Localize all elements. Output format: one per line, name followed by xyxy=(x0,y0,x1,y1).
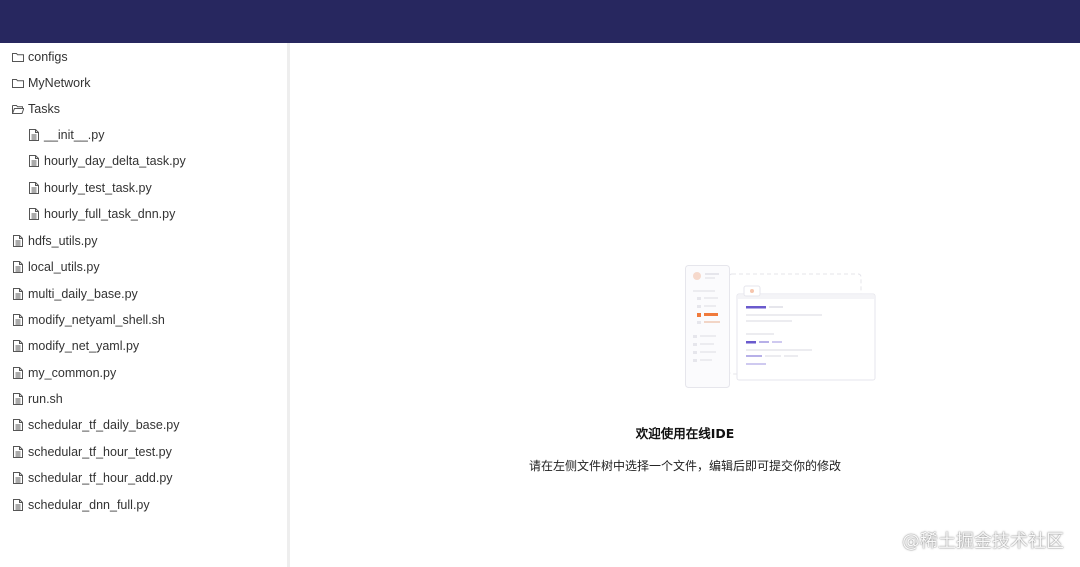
file-tree-sidebar: configs MyNetwork Tasks __init__.py hour xyxy=(0,43,287,567)
tree-item-label: configs xyxy=(28,50,68,64)
tree-file-init[interactable]: __init__.py xyxy=(28,123,104,147)
tree-file-hourly-full-task-dnn[interactable]: hourly_full_task_dnn.py xyxy=(28,202,175,226)
tree-file-modify-netyaml-shell[interactable]: modify_netyaml_shell.sh xyxy=(12,308,165,332)
tree-item-label: modify_net_yaml.py xyxy=(28,339,140,353)
tree-file-schedular-tf-daily-base[interactable]: schedular_tf_daily_base.py xyxy=(12,413,180,437)
tree-item-label: __init__.py xyxy=(44,128,105,142)
folder-open-icon xyxy=(12,102,24,116)
tree-item-label: Tasks xyxy=(28,102,60,116)
tree-item-label: schedular_dnn_full.py xyxy=(28,498,150,512)
tree-file-schedular-tf-hour-add[interactable]: schedular_tf_hour_add.py xyxy=(12,466,173,490)
watermark: @稀土掘金技术社区 xyxy=(902,531,1064,552)
tree-item-label: hourly_test_task.py xyxy=(44,181,152,195)
file-icon xyxy=(28,207,40,221)
top-navigation-bar xyxy=(0,0,1080,43)
file-icon xyxy=(12,287,24,301)
file-icon xyxy=(12,471,24,485)
folder-icon xyxy=(12,50,24,64)
tree-file-my-common[interactable]: my_common.py xyxy=(12,361,116,385)
tree-item-label: hourly_day_delta_task.py xyxy=(44,154,186,168)
tree-folder-mynetwork[interactable]: MyNetwork xyxy=(12,71,91,95)
tree-file-hourly-test-task[interactable]: hourly_test_task.py xyxy=(28,176,152,200)
file-icon xyxy=(28,154,40,168)
tree-file-run-sh[interactable]: run.sh xyxy=(12,387,63,411)
welcome-description: 请在左侧文件树中选择一个文件，编辑后即可提交你的修改 xyxy=(528,459,841,473)
tree-item-label: hdfs_utils.py xyxy=(28,234,98,248)
tree-file-local-utils[interactable]: local_utils.py xyxy=(12,255,100,279)
tree-item-label: hourly_full_task_dnn.py xyxy=(44,207,176,221)
editor-empty-state: 欢迎使用在线IDE 请在左侧文件树中选择一个文件，编辑后即可提交你的修改 xyxy=(290,43,1080,567)
tree-item-label: run.sh xyxy=(28,392,63,406)
file-icon xyxy=(12,498,24,512)
file-icon xyxy=(28,128,40,142)
file-icon xyxy=(12,234,24,248)
file-icon xyxy=(12,366,24,380)
tree-item-label: local_utils.py xyxy=(28,260,100,274)
file-icon xyxy=(12,260,24,274)
tree-folder-tasks[interactable]: Tasks xyxy=(12,97,60,121)
tree-item-label: schedular_tf_hour_test.py xyxy=(28,445,172,459)
tree-item-label: multi_daily_base.py xyxy=(28,287,138,301)
tree-item-label: modify_netyaml_shell.sh xyxy=(28,313,165,327)
tree-file-hourly-day-delta-task[interactable]: hourly_day_delta_task.py xyxy=(28,149,186,173)
ide-illustration-icon xyxy=(685,265,876,388)
tree-file-multi-daily-base[interactable]: multi_daily_base.py xyxy=(12,282,138,306)
tree-item-label: schedular_tf_daily_base.py xyxy=(28,418,180,432)
file-icon xyxy=(12,392,24,406)
folder-icon xyxy=(12,76,24,90)
file-icon xyxy=(12,418,24,432)
tree-file-schedular-dnn-full[interactable]: schedular_dnn_full.py xyxy=(12,493,150,517)
tree-item-label: my_common.py xyxy=(28,366,117,380)
tree-file-schedular-tf-hour-test[interactable]: schedular_tf_hour_test.py xyxy=(12,440,172,464)
tree-file-hdfs-utils[interactable]: hdfs_utils.py xyxy=(12,229,97,253)
tree-file-modify-net-yaml[interactable]: modify_net_yaml.py xyxy=(12,334,139,358)
file-icon xyxy=(12,445,24,459)
file-icon xyxy=(12,313,24,327)
tree-item-label: schedular_tf_hour_add.py xyxy=(28,471,173,485)
file-icon xyxy=(12,339,24,353)
tree-item-label: MyNetwork xyxy=(28,76,91,90)
tree-folder-configs[interactable]: configs xyxy=(12,45,68,69)
file-icon xyxy=(28,181,40,195)
welcome-title: 欢迎使用在线IDE xyxy=(635,426,735,441)
